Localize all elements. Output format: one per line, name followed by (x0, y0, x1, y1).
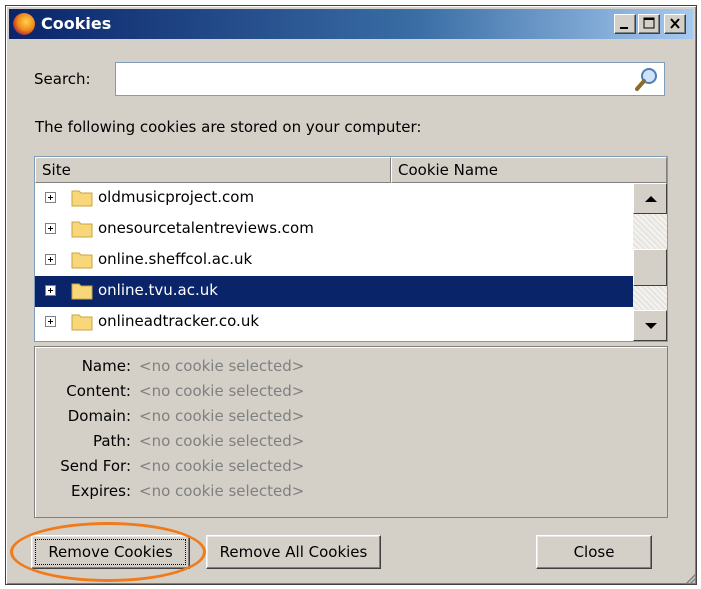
site-name: online.tvu.ac.uk (98, 281, 218, 299)
detail-row-send-for: Send For: <no cookie selected> (35, 457, 667, 481)
detail-key: Content: (66, 382, 131, 400)
search-input[interactable] (115, 62, 665, 96)
detail-row-name: Name: <no cookie selected> (35, 357, 667, 381)
expand-icon[interactable] (45, 223, 56, 234)
search-icon[interactable] (634, 66, 660, 92)
cookie-tree[interactable]: Site Cookie Name oldmusicproject.com one… (34, 156, 668, 342)
resize-grip-icon[interactable] (683, 571, 697, 585)
arrow-up-icon (645, 196, 657, 202)
maximize-button[interactable] (638, 14, 660, 34)
window-title: Cookies (41, 14, 112, 33)
site-name: onesourcetalentreviews.com (98, 219, 314, 237)
detail-value: <no cookie selected> (139, 482, 305, 500)
remove-all-cookies-button[interactable]: Remove All Cookies (206, 535, 381, 569)
close-button[interactable]: Close (536, 535, 652, 569)
table-row-selected[interactable]: online.tvu.ac.uk (35, 276, 633, 307)
column-header-cookie-name[interactable]: Cookie Name (391, 157, 667, 183)
expand-icon[interactable] (45, 316, 56, 327)
detail-row-expires: Expires: <no cookie selected> (35, 482, 667, 506)
search-label: Search: (34, 70, 91, 88)
column-header-site[interactable]: Site (35, 157, 391, 183)
detail-value: <no cookie selected> (139, 407, 305, 425)
scroll-down-button[interactable] (633, 310, 667, 341)
close-icon (670, 18, 680, 29)
detail-row-path: Path: <no cookie selected> (35, 432, 667, 456)
table-row[interactable]: onesourcetalentreviews.com (35, 214, 633, 245)
detail-value: <no cookie selected> (139, 382, 305, 400)
detail-value: <no cookie selected> (139, 457, 305, 475)
detail-key: Path: (92, 432, 131, 450)
site-name: onlineadtracker.co.uk (98, 312, 260, 330)
detail-key: Send For: (60, 457, 131, 475)
detail-key: Name: (81, 357, 131, 375)
maximize-icon (643, 17, 655, 29)
site-name: online.sheffcol.ac.uk (98, 250, 253, 268)
expand-icon[interactable] (45, 192, 56, 203)
minimize-button[interactable] (614, 14, 636, 34)
expand-icon[interactable] (45, 254, 56, 265)
vertical-scrollbar[interactable] (633, 183, 667, 341)
tree-rows: oldmusicproject.com onesourcetalentrevie… (35, 183, 633, 338)
remove-cookies-button[interactable]: Remove Cookies (31, 535, 190, 569)
detail-key: Domain: (67, 407, 131, 425)
info-text: The following cookies are stored on your… (35, 118, 422, 136)
site-name: oldmusicproject.com (98, 188, 255, 206)
detail-row-content: Content: <no cookie selected> (35, 382, 667, 406)
minimize-icon (620, 27, 628, 29)
detail-value: <no cookie selected> (139, 357, 305, 375)
folder-icon (71, 190, 93, 207)
close-window-button[interactable] (664, 14, 686, 34)
detail-key: Expires: (71, 482, 131, 500)
cookie-details: Name: <no cookie selected> Content: <no … (34, 346, 668, 518)
detail-row-domain: Domain: <no cookie selected> (35, 407, 667, 431)
table-row[interactable]: onlineadtracker.co.uk (35, 307, 633, 338)
folder-icon (71, 221, 93, 238)
folder-icon (71, 314, 93, 331)
table-row[interactable]: online.sheffcol.ac.uk (35, 245, 633, 276)
scroll-thumb[interactable] (633, 249, 667, 286)
detail-value: <no cookie selected> (139, 432, 305, 450)
arrow-down-icon (645, 323, 657, 329)
folder-icon (71, 283, 93, 300)
expand-icon[interactable] (45, 285, 56, 296)
table-row[interactable]: oldmusicproject.com (35, 183, 633, 214)
title-bar[interactable]: Cookies (9, 9, 693, 39)
scroll-up-button[interactable] (633, 183, 667, 214)
firefox-icon (13, 13, 35, 35)
folder-icon (71, 252, 93, 269)
